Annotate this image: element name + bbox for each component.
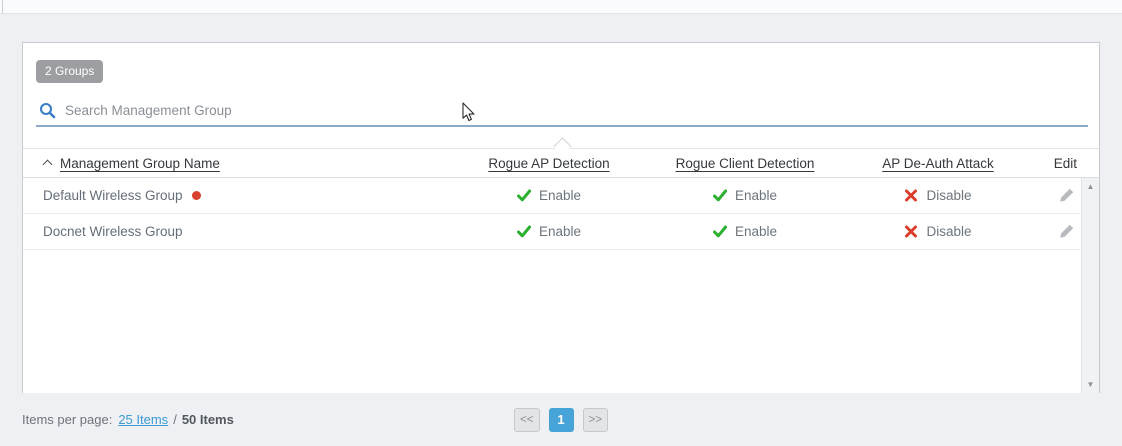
table-body: Default Wireless Group Enable Enable [23,178,1099,393]
edit-button[interactable] [1058,223,1075,240]
rogue-client-detection-cell: Enable [647,224,843,239]
ap-deauth-attack-cell: Disable [843,224,1033,239]
sidebar-edge-divider [2,0,3,14]
edit-cell [1033,223,1081,240]
pagination-footer: Items per page: 25 Items / 50 Items << 1… [0,393,1122,446]
items-per-page: Items per page: 25 Items / 50 Items [22,393,234,446]
separator: / [173,412,177,427]
scroll-down-button[interactable]: ▼ [1082,376,1099,393]
search-input[interactable] [65,97,1088,123]
pager: << 1 >> [514,408,608,432]
vertical-scrollbar[interactable]: ▲ ▼ [1081,178,1099,393]
group-name-cell: Default Wireless Group [23,188,451,203]
group-count-badge: 2 Groups [36,60,103,83]
next-page-button[interactable]: >> [583,408,608,432]
scroll-up-button[interactable]: ▲ [1082,178,1099,195]
page-size-link[interactable]: 25 Items [118,412,168,427]
items-per-page-label: Items per page: [22,412,112,427]
cross-icon [904,189,918,202]
pencil-icon [1058,223,1075,240]
column-header-ap-deauth-attack[interactable]: AP De-Auth Attack [843,156,1033,171]
check-icon [517,189,531,202]
check-icon [517,225,531,238]
ap-deauth-attack-cell: Disable [843,188,1033,203]
edit-button[interactable] [1058,187,1075,204]
check-icon [713,189,727,202]
rogue-client-detection-cell: Enable [647,188,843,203]
group-name-cell: Docnet Wireless Group [23,224,451,239]
sort-ascending-icon [43,160,53,170]
screen: 2 Groups Management Group Name Rogue AP … [0,0,1122,446]
pencil-icon [1058,187,1075,204]
table-row: Default Wireless Group Enable Enable [23,178,1081,214]
check-icon [713,225,727,238]
current-page-button[interactable]: 1 [549,408,574,432]
previous-page-button[interactable]: << [514,408,539,432]
table-row: Docnet Wireless Group Enable Enable [23,214,1081,250]
cross-icon [904,225,918,238]
column-header-rogue-client-detection[interactable]: Rogue Client Detection [647,156,843,171]
rogue-ap-detection-cell: Enable [451,188,647,203]
search-bar [36,95,1088,127]
rogue-ap-detection-cell: Enable [451,224,647,239]
alert-dot-icon [192,191,201,200]
management-groups-panel: 2 Groups Management Group Name Rogue AP … [22,42,1100,393]
total-items-label: 50 Items [182,412,234,427]
column-header-rogue-ap-detection[interactable]: Rogue AP Detection [451,156,647,171]
column-header-management-group-name[interactable]: Management Group Name [23,156,451,171]
top-bar [0,0,1122,14]
edit-cell [1033,187,1081,204]
column-header-edit: Edit [1033,156,1081,171]
search-icon [39,102,56,119]
